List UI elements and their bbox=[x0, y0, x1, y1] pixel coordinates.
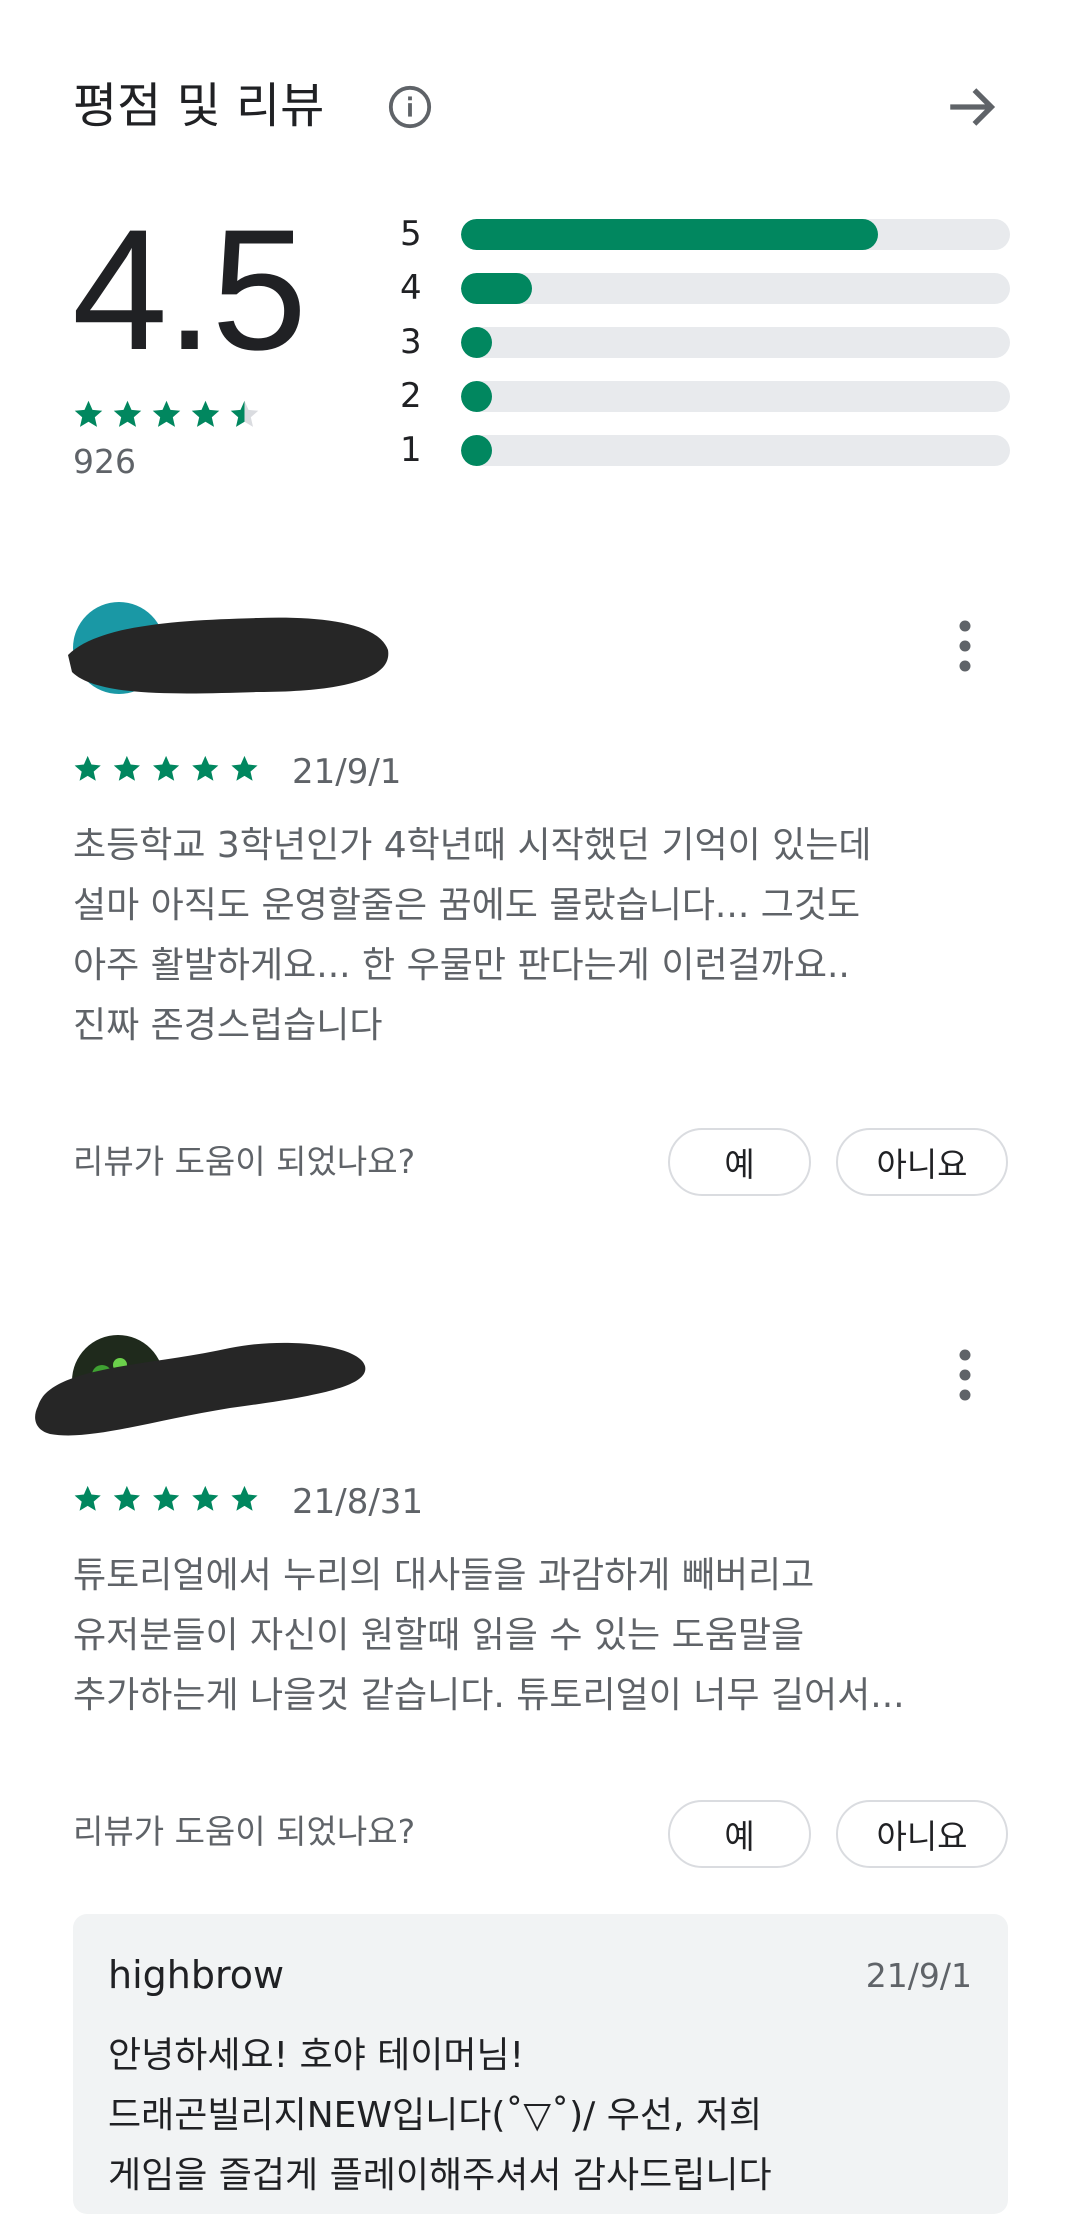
histogram-row: 2 bbox=[400, 378, 1010, 414]
helpful-question: 리뷰가 도움이 되었나요? bbox=[73, 1142, 416, 1181]
histogram-track bbox=[461, 219, 1010, 250]
rating-count: 926 bbox=[73, 442, 136, 481]
histogram-label: 5 bbox=[400, 214, 422, 254]
developer-reply-date: 21/9/1 bbox=[865, 1956, 972, 1995]
info-icon[interactable] bbox=[387, 84, 433, 130]
review-stars bbox=[74, 1485, 258, 1511]
star-icon bbox=[74, 400, 103, 427]
histogram-track bbox=[461, 381, 1010, 412]
star-icon bbox=[113, 1485, 140, 1511]
histogram-fill bbox=[461, 219, 879, 250]
histogram-fill bbox=[461, 435, 492, 466]
review-text: 튜토리얼에서 누리의 대사들을 과감하게 빼버리고 유저분들이 자신이 원할때 … bbox=[73, 1555, 905, 1716]
histogram-label: 1 bbox=[400, 430, 422, 470]
star-icon bbox=[113, 400, 142, 427]
histogram-fill bbox=[461, 381, 492, 412]
average-rating: 4.5 bbox=[72, 194, 307, 386]
histogram-fill bbox=[461, 327, 492, 358]
histogram-row: 4 bbox=[400, 270, 1010, 306]
arrow-right-icon[interactable] bbox=[943, 78, 1001, 136]
helpful-yes-button[interactable]: 예 bbox=[668, 1128, 811, 1196]
section-title: 평점 및 리뷰 bbox=[73, 78, 325, 134]
redacted-username-scribble bbox=[35, 1342, 366, 1436]
histogram-label: 2 bbox=[400, 376, 422, 416]
histogram-row: 3 bbox=[400, 324, 1010, 360]
more-vert-icon[interactable] bbox=[955, 1347, 975, 1403]
star-icon bbox=[74, 755, 101, 781]
star-icon bbox=[231, 755, 258, 781]
star-icon bbox=[192, 1485, 219, 1511]
histogram-track bbox=[461, 435, 1010, 466]
review-text: 초등학교 3학년인가 4학년때 시작했던 기억이 있는데 설마 아직도 운영할줄… bbox=[73, 825, 872, 1046]
developer-name: highbrow bbox=[108, 1953, 285, 1997]
star-icon bbox=[74, 1485, 101, 1511]
histogram-row: 5 bbox=[400, 216, 1010, 252]
star-icon bbox=[153, 755, 180, 781]
star-icon bbox=[113, 755, 140, 781]
review-stars bbox=[74, 755, 258, 781]
histogram-row: 1 bbox=[400, 432, 1010, 468]
histogram-label: 4 bbox=[400, 268, 422, 308]
star-icon bbox=[192, 755, 219, 781]
helpful-question: 리뷰가 도움이 되었나요? bbox=[73, 1812, 416, 1851]
histogram-track bbox=[461, 327, 1010, 358]
redacted-username-scribble bbox=[68, 617, 389, 694]
histogram-fill bbox=[461, 273, 533, 304]
text-fade bbox=[760, 2100, 1008, 2178]
half-star-icon bbox=[230, 400, 259, 427]
histogram-track bbox=[461, 273, 1010, 304]
star-icon bbox=[152, 400, 181, 427]
summary-stars bbox=[74, 400, 259, 427]
star-icon bbox=[191, 400, 220, 427]
helpful-no-button[interactable]: 아니요 bbox=[836, 1800, 1008, 1868]
star-icon bbox=[153, 1485, 180, 1511]
review-date: 21/9/1 bbox=[292, 752, 402, 792]
review-date: 21/8/31 bbox=[292, 1482, 424, 1522]
helpful-yes-button[interactable]: 예 bbox=[668, 1800, 811, 1868]
histogram-label: 3 bbox=[400, 322, 422, 362]
more-vert-icon[interactable] bbox=[955, 618, 975, 674]
star-icon bbox=[231, 1485, 258, 1511]
helpful-no-button[interactable]: 아니요 bbox=[836, 1128, 1008, 1196]
